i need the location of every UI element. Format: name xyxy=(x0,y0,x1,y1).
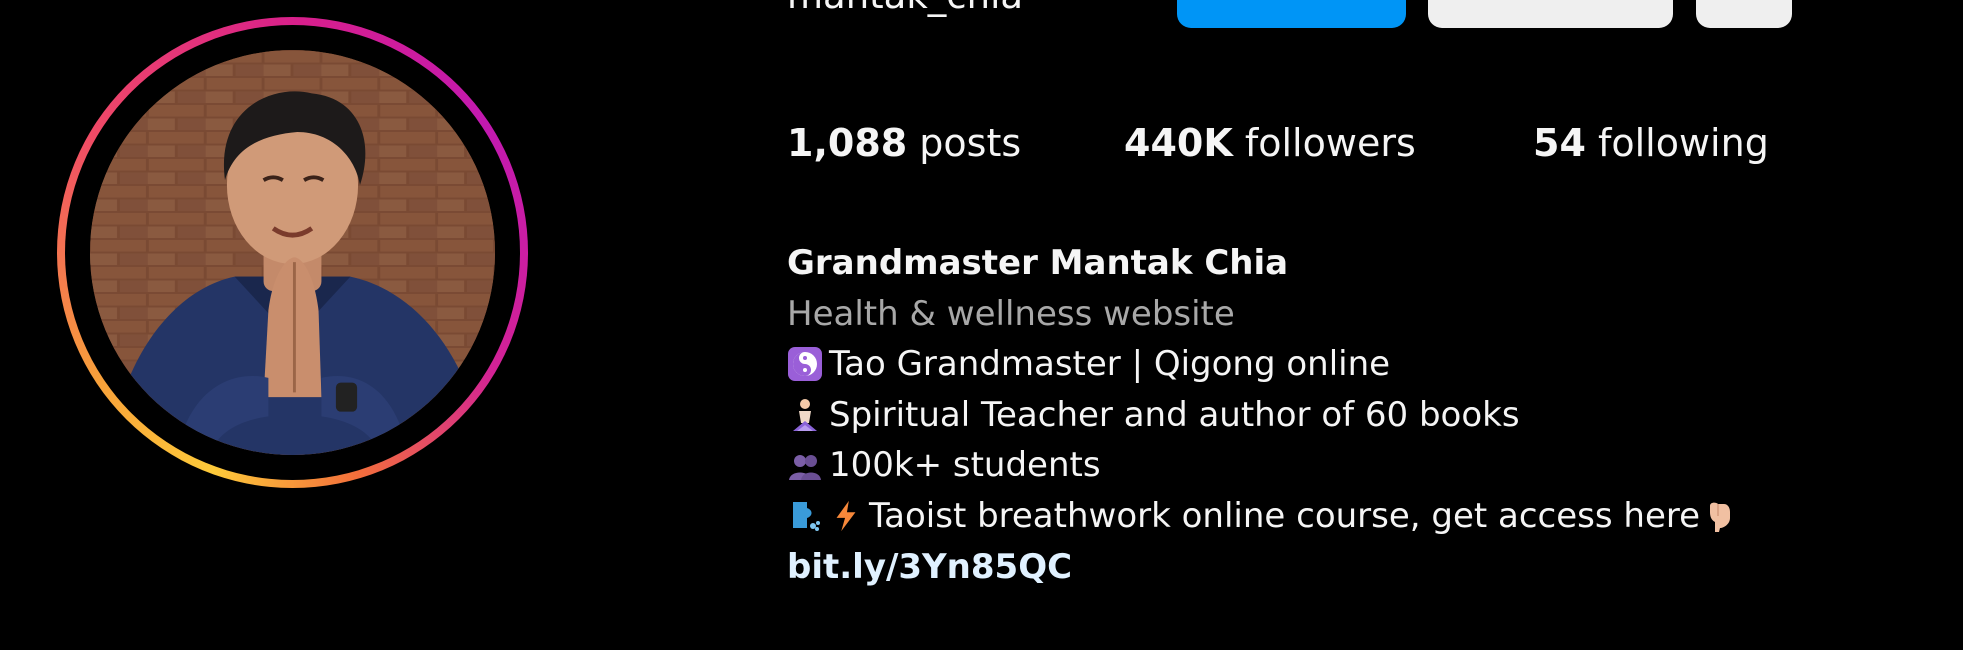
followers-count: 440K xyxy=(1124,121,1233,165)
bio-line-2: Spiritual Teacher and author of 60 books xyxy=(787,390,1744,441)
more-options-button[interactable] xyxy=(1696,0,1792,28)
following-label: following xyxy=(1597,121,1769,165)
backhand-index-pointing-down-icon xyxy=(1702,498,1738,534)
posts-stat: 1,088 posts xyxy=(787,121,1021,165)
message-button[interactable] xyxy=(1428,0,1673,28)
follow-button[interactable] xyxy=(1177,0,1406,28)
category-label[interactable]: Health & wellness website xyxy=(787,289,1744,340)
bio-line-4-text: Taoist breathwork online course, get acc… xyxy=(869,495,1701,536)
external-link[interactable]: bit.ly/3Yn85QC xyxy=(787,542,1744,593)
avatar-gap xyxy=(65,25,520,480)
bio-line-1-text: Tao Grandmaster | Qigong online xyxy=(829,344,1391,385)
bio-line-4: Taoist breathwork online course, get acc… xyxy=(787,491,1744,542)
posts-label: posts xyxy=(919,121,1022,165)
yin-yang-icon xyxy=(787,346,823,382)
busts-in-silhouette-icon xyxy=(787,448,823,484)
bio-line-2-text: Spiritual Teacher and author of 60 books xyxy=(829,394,1520,435)
following-stat[interactable]: 54 following xyxy=(1533,121,1769,165)
high-voltage-icon xyxy=(829,499,863,533)
bio-line-3: 100k+ students xyxy=(787,440,1744,491)
bio-line-1: Tao Grandmaster | Qigong online xyxy=(787,339,1744,390)
profile-photo xyxy=(90,50,495,455)
profile-bio: Grandmaster Mantak Chia Health & wellnes… xyxy=(787,238,1744,592)
person-in-lotus-position-icon xyxy=(787,397,823,433)
followers-label: followers xyxy=(1244,121,1416,165)
username: mantak_chia xyxy=(787,0,1023,17)
face-exhaling-icon xyxy=(787,498,823,534)
bio-line-3-text: 100k+ students xyxy=(829,445,1101,486)
full-name: Grandmaster Mantak Chia xyxy=(787,243,1289,283)
followers-stat[interactable]: 440K followers xyxy=(1124,121,1416,165)
posts-count: 1,088 xyxy=(787,121,908,165)
story-ring[interactable] xyxy=(57,17,528,488)
following-count: 54 xyxy=(1533,121,1586,165)
profile-avatar[interactable] xyxy=(90,50,495,455)
